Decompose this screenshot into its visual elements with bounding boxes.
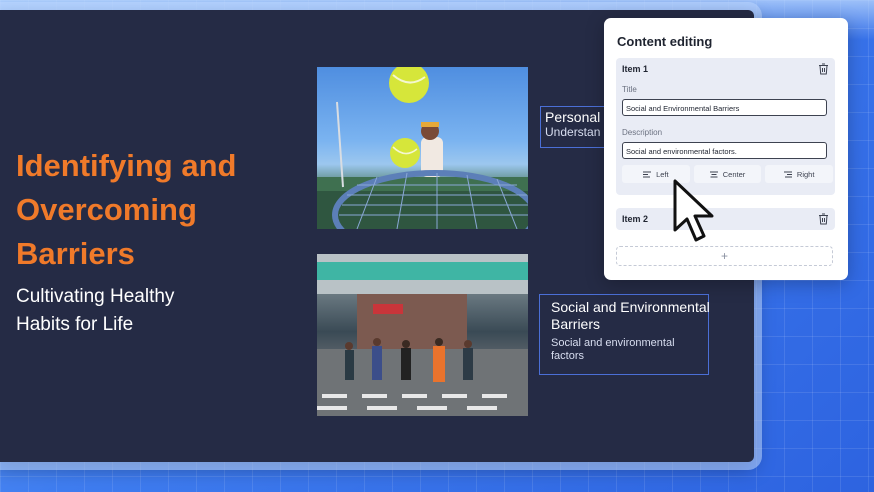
description-label: Description	[622, 128, 663, 137]
panel-title: Content editing	[617, 34, 713, 49]
align-left-icon	[643, 171, 652, 177]
item-card[interactable]: Item 1 Title Social and Environmental Ba…	[616, 58, 835, 195]
add-item-button[interactable]: +	[616, 246, 833, 266]
align-right-icon	[783, 171, 792, 177]
title-input[interactable]: Social and Environmental Barriers	[622, 99, 827, 116]
slide-subtitle[interactable]: Cultivating Healthy Habits for Life	[16, 283, 196, 338]
align-center-icon	[709, 171, 718, 177]
item-label: Item 1	[622, 64, 649, 74]
item-card[interactable]: Item 2	[616, 208, 835, 230]
mouse-pointer-icon	[673, 179, 714, 242]
title-label: Title	[622, 85, 637, 94]
street-illustration	[317, 254, 528, 416]
caption-title: Social and Environmental Barriers	[551, 299, 710, 332]
description-input[interactable]: Social and environmental factors.	[622, 142, 827, 159]
align-right-label: Right	[796, 169, 815, 179]
tennis-photo[interactable]	[317, 67, 528, 229]
street-photo[interactable]	[317, 254, 528, 416]
alignment-group: Left Center Right	[622, 165, 834, 183]
tennis-illustration	[317, 67, 528, 229]
trash-icon[interactable]	[818, 213, 829, 225]
trash-icon[interactable]	[818, 63, 829, 75]
align-right-button[interactable]: Right	[765, 165, 834, 183]
caption-box-social[interactable]: Social and Environmental Barriers Social…	[539, 294, 710, 375]
item-label: Item 2	[622, 214, 649, 224]
content-editing-panel: Content editing Item 1 Title Social and …	[604, 18, 848, 280]
slide-title[interactable]: Identifying and Overcoming Barriers	[16, 144, 276, 276]
align-center-label: Center	[722, 169, 746, 179]
caption-description: Social and environmental factors	[551, 337, 675, 362]
align-left-label: Left	[656, 169, 669, 179]
